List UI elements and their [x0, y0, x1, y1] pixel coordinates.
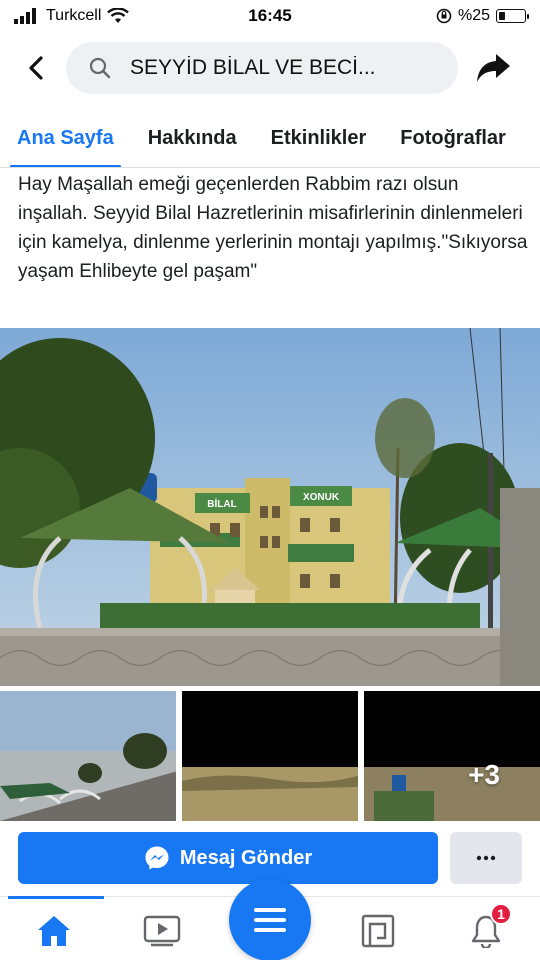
pages-icon [361, 914, 395, 948]
share-button[interactable] [472, 46, 516, 90]
ellipsis-icon [476, 855, 496, 861]
more-options-button[interactable] [450, 832, 522, 884]
nav-watch[interactable] [142, 911, 182, 951]
page-actions: Mesaj Gönder [18, 832, 522, 886]
more-photos-count: +3 [468, 759, 500, 790]
post-main-photo[interactable]: BİLAL XONUK [0, 328, 540, 686]
photo-thumbnail[interactable] [0, 691, 176, 821]
send-message-button[interactable]: Mesaj Gönder [18, 832, 438, 884]
send-message-label: Mesaj Gönder [179, 846, 313, 869]
home-icon [38, 916, 70, 946]
hamburger-menu-icon [254, 908, 286, 932]
battery-icon [496, 9, 529, 23]
tab-about[interactable]: Hakkında [131, 110, 254, 167]
status-bar: Turkcell 16:45 %25 [0, 0, 540, 32]
nav-notifications[interactable]: 1 [466, 903, 512, 951]
video-icon [143, 915, 181, 947]
share-arrow-icon [477, 54, 510, 82]
search-input[interactable]: SEYYİD BİLAL VE BECİ... [66, 42, 458, 94]
back-button[interactable] [18, 48, 54, 88]
messenger-icon [145, 846, 169, 870]
nav-active-indicator [8, 896, 104, 899]
svg-text:BİLAL: BİLAL [207, 497, 236, 510]
nav-menu-button[interactable] [229, 879, 311, 960]
post-text: Hay Maşallah emeği geçenlerden Rabbim ra… [18, 174, 528, 282]
photo-thumbnail-more[interactable]: +3 [364, 691, 540, 821]
svg-text:XONUK: XONUK [303, 492, 340, 503]
status-time: 16:45 [248, 6, 292, 25]
tab-photos[interactable]: Fotoğraflar [383, 110, 523, 167]
search-icon [89, 57, 111, 79]
wifi-icon [107, 8, 130, 23]
photo-thumbnails: +3 [0, 691, 540, 821]
nav-marketplace[interactable] [358, 911, 398, 951]
page-header: SEYYİD BİLAL VE BECİ... [0, 32, 540, 104]
chevron-left-icon [29, 56, 43, 80]
signal-icon [14, 8, 36, 24]
tab-home[interactable]: Ana Sayfa [0, 110, 131, 167]
orientation-lock-icon [436, 8, 452, 24]
carrier-name: Turkcell [46, 7, 102, 24]
bottom-navigation: 1 [0, 879, 540, 960]
nav-home[interactable] [34, 911, 74, 951]
photo-thumbnail[interactable] [182, 691, 358, 821]
tab-events[interactable]: Etkinlikler [254, 110, 384, 167]
battery-percent: %25 [457, 7, 490, 24]
search-text: SEYYİD BİLAL VE BECİ... [130, 56, 376, 79]
notification-badge: 1 [490, 903, 512, 925]
page-tabs: Ana Sayfa Hakkında Etkinlikler Fotoğrafl… [0, 110, 540, 168]
